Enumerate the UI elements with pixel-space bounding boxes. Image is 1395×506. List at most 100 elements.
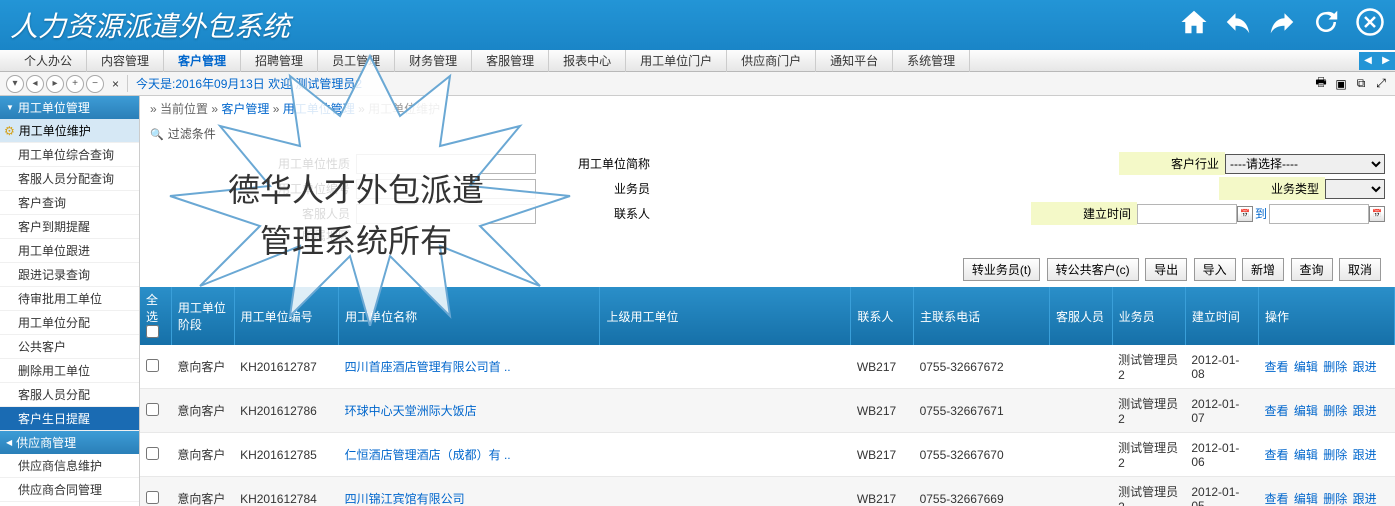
sidebar-item[interactable]: 用工单位维护 — [0, 119, 139, 143]
th-parent[interactable]: 上级用工单位 — [600, 287, 851, 345]
zoom-in-icon[interactable]: + — [66, 75, 84, 93]
sidebar-group-employer[interactable]: 用工单位管理 — [0, 96, 139, 119]
sidebar-item[interactable]: 用工单位跟进 — [0, 239, 139, 263]
op-follow[interactable]: 跟进 — [1353, 404, 1377, 418]
btn-search[interactable]: 查询 — [1291, 258, 1333, 281]
sidebar-item[interactable]: 客服人员分配 — [0, 383, 139, 407]
tab-close-icon[interactable]: × — [112, 77, 119, 91]
th-sales[interactable]: 业务员 — [1112, 287, 1185, 345]
menu-item-5[interactable]: 财务管理 — [395, 50, 472, 72]
btn-export[interactable]: 导出 — [1145, 258, 1187, 281]
op-delete[interactable]: 删除 — [1323, 448, 1347, 462]
menu-item-6[interactable]: 客服管理 — [472, 50, 549, 72]
th-phase[interactable]: 用工单位阶段 — [171, 287, 234, 345]
menu-item-10[interactable]: 通知平台 — [816, 50, 893, 72]
btn-transfer-sales[interactable]: 转业务员(t) — [963, 258, 1040, 281]
row-checkbox[interactable] — [146, 359, 159, 372]
row-checkbox[interactable] — [146, 403, 159, 416]
menu-left-arrow-icon[interactable]: ◀ — [1359, 52, 1377, 70]
op-edit[interactable]: 编辑 — [1294, 360, 1318, 374]
menu-item-4[interactable]: 员工管理 — [318, 50, 395, 72]
input-date-to[interactable] — [1269, 204, 1369, 224]
row-checkbox[interactable] — [146, 447, 159, 460]
minimize-icon[interactable]: ▣ — [1333, 76, 1349, 92]
home-icon[interactable] — [1179, 7, 1209, 44]
forward-icon[interactable] — [1267, 7, 1297, 44]
menu-item-11[interactable]: 系统管理 — [893, 50, 970, 72]
menu-item-7[interactable]: 报表中心 — [549, 50, 626, 72]
crumb-3: 用工单位维护 — [368, 102, 440, 116]
calendar-to-icon[interactable]: 📅 — [1369, 206, 1385, 222]
nav-left-icon[interactable]: ◂ — [26, 75, 44, 93]
menu-item-8[interactable]: 用工单位门户 — [626, 50, 727, 72]
sidebar-item[interactable]: 客服人员分配查询 — [0, 167, 139, 191]
input-code[interactable] — [356, 179, 536, 199]
expand-icon[interactable]: ⤢ — [1373, 76, 1389, 92]
close-icon[interactable] — [1355, 7, 1385, 44]
menu-item-3[interactable]: 招聘管理 — [241, 50, 318, 72]
sidebar-item[interactable]: 客户查询 — [0, 191, 139, 215]
sidebar-item[interactable]: 供应商信息维护 — [0, 454, 139, 478]
calendar-from-icon[interactable]: 📅 — [1237, 206, 1253, 222]
cell-name-link[interactable]: 环球中心天堂洲际大饭店 — [345, 404, 477, 418]
op-view[interactable]: 查看 — [1265, 360, 1289, 374]
th-ops[interactable]: 操作 — [1259, 287, 1395, 345]
th-select[interactable]: 全选 — [140, 287, 171, 345]
op-edit[interactable]: 编辑 — [1294, 404, 1318, 418]
input-service[interactable] — [356, 204, 536, 224]
cell-name-link[interactable]: 仁恒酒店管理酒店（成都）有 .. — [345, 448, 511, 462]
sidebar-item[interactable]: 用工单位分配 — [0, 311, 139, 335]
menu-item-9[interactable]: 供应商门户 — [727, 50, 816, 72]
row-checkbox[interactable] — [146, 491, 159, 504]
th-name[interactable]: 用工单位名称 — [339, 287, 600, 345]
sidebar-group-supplier[interactable]: 供应商管理 — [0, 431, 139, 454]
op-edit[interactable]: 编辑 — [1294, 448, 1318, 462]
op-follow[interactable]: 跟进 — [1353, 492, 1377, 506]
th-date[interactable]: 建立时间 — [1185, 287, 1258, 345]
th-phone[interactable]: 主联系电话 — [914, 287, 1050, 345]
sidebar-item[interactable]: 跟进记录查询 — [0, 263, 139, 287]
th-code[interactable]: 用工单位编号 — [234, 287, 339, 345]
btn-cancel[interactable]: 取消 — [1339, 258, 1381, 281]
nav-down-icon[interactable]: ▾ — [6, 75, 24, 93]
menu-right-arrow-icon[interactable]: ▶ — [1377, 52, 1395, 70]
op-edit[interactable]: 编辑 — [1294, 492, 1318, 506]
menu-item-0[interactable]: 个人办公 — [10, 50, 87, 72]
nav-right-icon[interactable]: ▸ — [46, 75, 64, 93]
sidebar-item[interactable]: 待审批用工单位 — [0, 287, 139, 311]
select-biztype[interactable] — [1325, 179, 1385, 199]
btn-add[interactable]: 新增 — [1242, 258, 1284, 281]
input-nature[interactable] — [356, 154, 536, 174]
sidebar-item[interactable]: 客户到期提醒 — [0, 215, 139, 239]
op-view[interactable]: 查看 — [1265, 492, 1289, 506]
maximize-icon[interactable]: ⧉ — [1353, 76, 1369, 92]
refresh-icon[interactable] — [1311, 7, 1341, 44]
sidebar-item[interactable]: 用工单位综合查询 — [0, 143, 139, 167]
op-view[interactable]: 查看 — [1265, 404, 1289, 418]
sidebar-item[interactable]: 删除用工单位 — [0, 359, 139, 383]
sidebar-item[interactable]: 供应商合同管理 — [0, 478, 139, 502]
op-follow[interactable]: 跟进 — [1353, 448, 1377, 462]
th-service[interactable]: 客服人员 — [1049, 287, 1112, 345]
crumb-1[interactable]: 客户管理 — [221, 102, 269, 116]
btn-import[interactable]: 导入 — [1194, 258, 1236, 281]
btn-to-public[interactable]: 转公共客户(c) — [1047, 258, 1139, 281]
print-icon[interactable]: 🖶 — [1313, 76, 1329, 92]
op-delete[interactable]: 删除 — [1323, 492, 1347, 506]
op-delete[interactable]: 删除 — [1323, 404, 1347, 418]
cell-name-link[interactable]: 四川锦江宾馆有限公司 — [345, 492, 465, 506]
select-industry[interactable]: ----请选择---- — [1225, 154, 1385, 174]
input-date-from[interactable] — [1137, 204, 1237, 224]
sidebar-item[interactable]: 公共客户 — [0, 335, 139, 359]
menu-item-2[interactable]: 客户管理 — [164, 50, 241, 72]
op-follow[interactable]: 跟进 — [1353, 360, 1377, 374]
crumb-2[interactable]: 用工单位管理 — [283, 102, 355, 116]
menu-item-1[interactable]: 内容管理 — [87, 50, 164, 72]
back-icon[interactable] — [1223, 7, 1253, 44]
op-view[interactable]: 查看 — [1265, 448, 1289, 462]
cell-name-link[interactable]: 四川首座酒店管理有限公司首 .. — [345, 360, 511, 374]
sidebar-item[interactable]: 客户生日提醒 — [0, 407, 139, 431]
op-delete[interactable]: 删除 — [1323, 360, 1347, 374]
zoom-out-icon[interactable]: − — [86, 75, 104, 93]
th-contact[interactable]: 联系人 — [851, 287, 914, 345]
